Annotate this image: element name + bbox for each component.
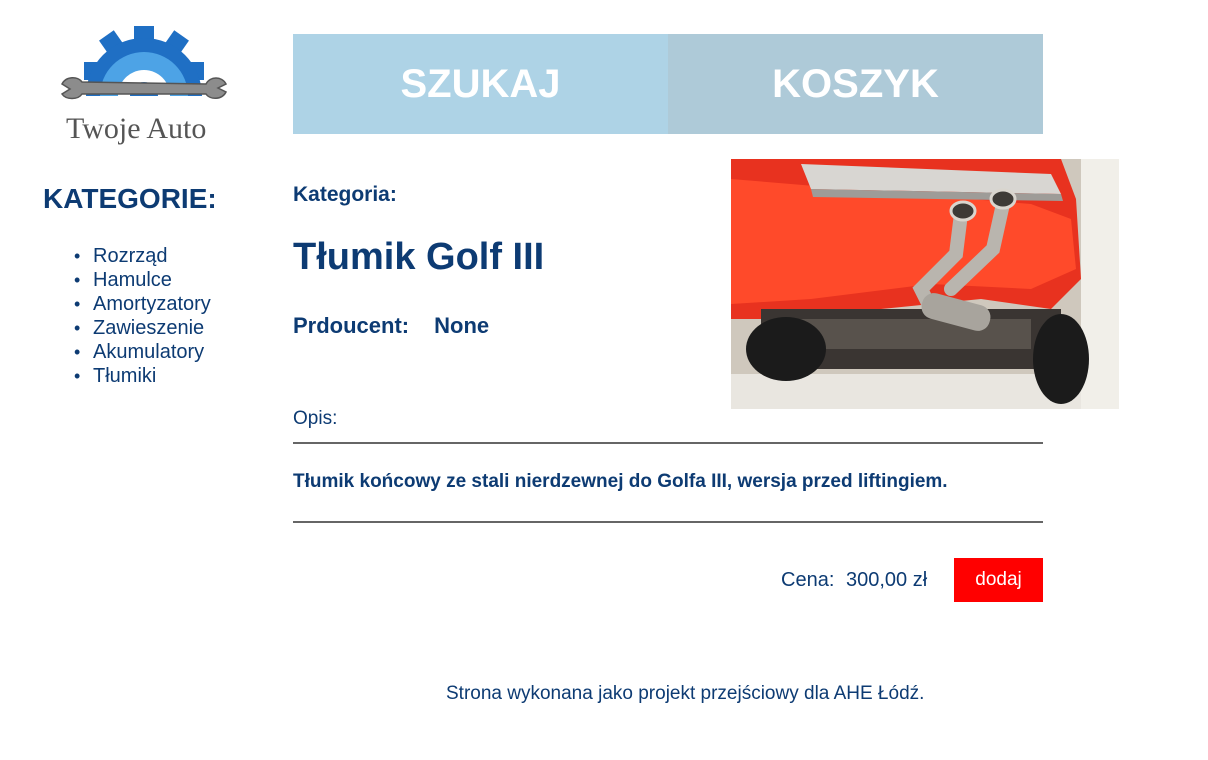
categories-title: KATEGORIE: [43, 183, 217, 214]
product-title: Tłumik Golf III [293, 236, 545, 278]
category-item-akumulatory[interactable]: Akumulatory [74, 340, 211, 364]
logo-text: Twoje Auto [66, 112, 207, 145]
divider [293, 442, 1043, 444]
category-item-zawieszenie[interactable]: Zawieszenie [74, 316, 211, 340]
category-label: Kategoria: [293, 183, 397, 206]
categories-list: Rozrząd Hamulce Amortyzatory Zawieszenie… [74, 244, 211, 388]
category-item-hamulce[interactable]: Hamulce [74, 268, 211, 292]
producer-row: Prdoucent: None [293, 313, 489, 339]
product-image [731, 159, 1119, 409]
logo[interactable]: Twoje Auto [56, 24, 232, 150]
nav-search-tab[interactable]: SZUKAJ [293, 34, 668, 134]
top-nav: SZUKAJ KOSZYK [293, 34, 1043, 134]
gear-wrench-icon [60, 26, 228, 100]
producer-value: None [434, 313, 490, 338]
producer-label: Prdoucent: [293, 313, 410, 338]
category-item-tlumiki[interactable]: Tłumiki [74, 364, 211, 388]
divider [293, 521, 1043, 523]
price-value: 300,00 zł [846, 569, 928, 591]
product-description: Tłumik końcowy ze stali nierdzewnej do G… [293, 471, 948, 492]
category-item-rozrzad[interactable]: Rozrząd [74, 244, 211, 268]
description-label: Opis: [293, 408, 338, 429]
nav-cart-tab[interactable]: KOSZYK [668, 34, 1043, 134]
car-exhaust-photo [731, 159, 1119, 409]
category-item-amortyzatory[interactable]: Amortyzatory [74, 292, 211, 316]
add-to-cart-button[interactable]: dodaj [954, 558, 1043, 602]
price-label: Cena: [781, 569, 835, 591]
footer-text: Strona wykonana jako projekt przejściowy… [446, 683, 925, 704]
